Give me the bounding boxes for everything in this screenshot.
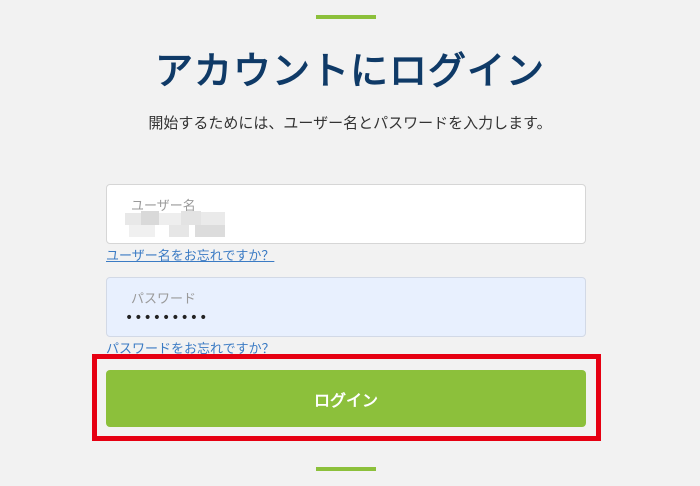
password-label: パスワード: [131, 292, 197, 307]
forgot-password-link[interactable]: パスワードをお忘れですか？: [106, 338, 275, 357]
page-subtitle: 開始するためには、ユーザー名とパスワードを入力します。: [148, 114, 552, 132]
password-field[interactable]: パスワード: [106, 277, 586, 337]
username-label: ユーザー名: [131, 199, 196, 214]
login-page: アカウントにログイン 開始するためには、ユーザー名とパスワードを入力します。 ユ…: [0, 0, 700, 486]
username-input[interactable]: [125, 213, 545, 237]
username-field[interactable]: ユーザー名: [106, 184, 586, 244]
forgot-username-link[interactable]: ユーザー名をお忘れですか？: [106, 245, 274, 264]
top-accent-bar: [316, 15, 376, 19]
bottom-accent-bar: [316, 467, 376, 471]
login-button[interactable]: ログイン: [106, 370, 586, 427]
page-title: アカウントにログイン: [154, 49, 545, 93]
password-input[interactable]: [125, 306, 545, 330]
